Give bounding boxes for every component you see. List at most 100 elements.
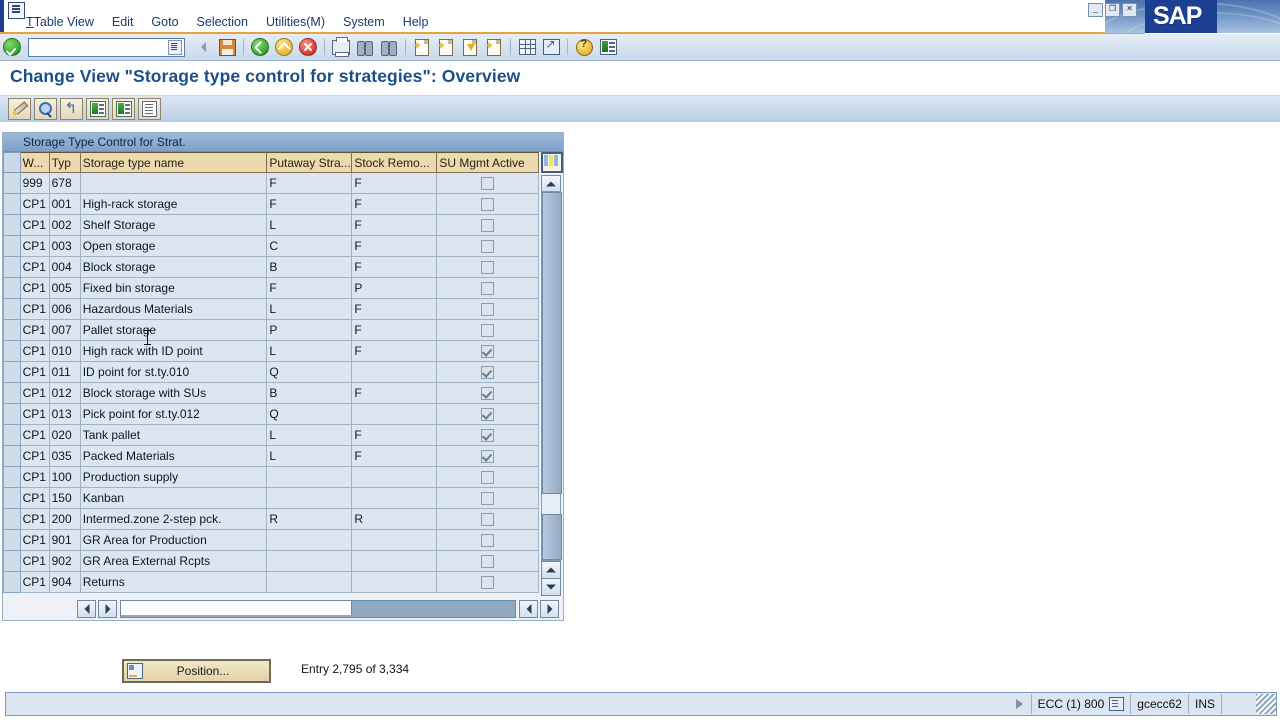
cell-putaway-strategy[interactable] (266, 487, 353, 509)
status-server[interactable]: gcecc62 (1130, 694, 1188, 714)
cancel-red-icon[interactable] (297, 37, 319, 57)
cell-typ[interactable]: 013 (48, 403, 81, 425)
cell-whs[interactable]: CP1 (19, 466, 50, 488)
last-page-icon[interactable]: ✦ (483, 37, 505, 57)
row-select-cell[interactable] (3, 277, 21, 299)
cell-putaway-strategy[interactable]: P (266, 319, 353, 341)
table-horizontal-scrollbar[interactable] (4, 599, 560, 619)
cell-whs[interactable]: CP1 (19, 571, 50, 593)
delete-button[interactable] (112, 98, 135, 120)
su-mgmt-checkbox[interactable] (481, 198, 495, 212)
column-header-su-mgmt[interactable]: SU Mgmt Active (436, 152, 539, 173)
su-mgmt-checkbox[interactable] (481, 261, 495, 275)
close-button[interactable]: ✕ (1122, 3, 1137, 17)
table-row[interactable]: CP1 902 GR Area External Rcpts (3, 550, 539, 572)
cell-whs[interactable]: CP1 (19, 382, 50, 404)
cell-stock-removal[interactable] (351, 466, 438, 488)
customize-layout-icon[interactable] (597, 37, 619, 57)
cell-whs[interactable]: CP1 (19, 529, 50, 551)
cell-whs[interactable]: CP1 (19, 277, 50, 299)
cell-storage-type-name[interactable]: Kanban (79, 487, 268, 509)
cell-typ[interactable]: 011 (48, 361, 81, 383)
vertical-scroll-thumb-lower[interactable] (542, 514, 562, 560)
cell-putaway-strategy[interactable]: L (266, 445, 353, 467)
status-system[interactable]: ECC (1) 800 (1030, 694, 1131, 714)
back-green-icon[interactable] (249, 37, 271, 57)
cell-storage-type-name[interactable]: Returns (79, 571, 268, 593)
cell-typ[interactable]: 005 (48, 277, 81, 299)
column-header-name[interactable]: Storage type name (79, 152, 268, 173)
menu-item-edit[interactable]: Edit (103, 13, 143, 31)
su-mgmt-checkbox[interactable] (481, 387, 495, 401)
cell-whs[interactable]: CP1 (19, 214, 50, 236)
cell-putaway-strategy[interactable]: B (266, 382, 353, 404)
table-row[interactable]: CP1 011 ID point for st.ty.010 Q (3, 361, 539, 383)
table-row[interactable]: CP1 006 Hazardous Materials L F (3, 298, 539, 320)
row-select-cell[interactable] (3, 193, 21, 215)
cell-su-mgmt-active[interactable] (436, 550, 539, 572)
cell-stock-removal[interactable] (351, 403, 438, 425)
enter-check-icon[interactable] (1, 37, 23, 57)
row-select-cell[interactable] (3, 340, 21, 362)
cell-putaway-strategy[interactable] (266, 550, 353, 572)
cell-stock-removal[interactable]: P (351, 277, 438, 299)
cell-storage-type-name[interactable]: Shelf Storage (79, 214, 268, 236)
select-all-column-header[interactable] (3, 152, 21, 173)
scroll-page-up-button[interactable] (541, 561, 561, 579)
su-mgmt-checkbox[interactable] (481, 324, 495, 338)
cell-stock-removal[interactable]: F (351, 298, 438, 320)
cell-typ[interactable]: 007 (48, 319, 81, 341)
cell-storage-type-name[interactable]: Hazardous Materials (79, 298, 268, 320)
back-nav-icon[interactable] (192, 37, 214, 57)
command-field[interactable] (28, 37, 185, 57)
menu-item-utilities[interactable]: Utilities(M) (257, 13, 334, 31)
row-select-cell[interactable] (3, 529, 21, 551)
table-row[interactable]: CP1 001 High-rack storage F F (3, 193, 539, 215)
create-session-icon[interactable] (516, 37, 538, 57)
find-next-icon[interactable] (378, 37, 400, 57)
cell-stock-removal[interactable]: F (351, 193, 438, 215)
cell-typ[interactable]: 678 (48, 172, 81, 194)
cell-storage-type-name[interactable]: Fixed bin storage (79, 277, 268, 299)
table-row[interactable]: CP1 004 Block storage B F (3, 256, 539, 278)
cell-putaway-strategy[interactable]: Q (266, 361, 353, 383)
cell-whs[interactable]: CP1 (19, 298, 50, 320)
row-select-cell[interactable] (3, 508, 21, 530)
table-row[interactable]: 999 678 F F (3, 172, 539, 194)
status-system-icon[interactable] (1109, 697, 1125, 711)
su-mgmt-checkbox[interactable] (481, 408, 495, 422)
cell-su-mgmt-active[interactable] (436, 298, 539, 320)
cell-su-mgmt-active[interactable] (436, 214, 539, 236)
cell-putaway-strategy[interactable]: L (266, 424, 353, 446)
cell-whs[interactable]: CP1 (19, 319, 50, 341)
cell-typ[interactable]: 200 (48, 508, 81, 530)
cell-whs[interactable]: 999 (19, 172, 50, 194)
cell-storage-type-name[interactable]: Packed Materials (79, 445, 268, 467)
cell-storage-type-name[interactable]: ID point for st.ty.010 (79, 361, 268, 383)
cell-su-mgmt-active[interactable] (436, 361, 539, 383)
cell-su-mgmt-active[interactable] (436, 172, 539, 194)
cell-putaway-strategy[interactable]: F (266, 172, 353, 194)
table-row[interactable]: CP1 100 Production supply (3, 466, 539, 488)
cell-stock-removal[interactable] (351, 529, 438, 551)
cell-typ[interactable]: 003 (48, 235, 81, 257)
cell-stock-removal[interactable] (351, 487, 438, 509)
cell-putaway-strategy[interactable] (266, 466, 353, 488)
cell-stock-removal[interactable]: F (351, 214, 438, 236)
cell-putaway-strategy[interactable]: R (266, 508, 353, 530)
cell-whs[interactable]: CP1 (19, 508, 50, 530)
cell-whs[interactable]: CP1 (19, 340, 50, 362)
print-icon[interactable] (330, 36, 352, 57)
cell-su-mgmt-active[interactable] (436, 403, 539, 425)
cell-storage-type-name[interactable]: Intermed.zone 2-step pck. (79, 508, 268, 530)
cell-su-mgmt-active[interactable] (436, 340, 539, 362)
cell-whs[interactable]: CP1 (19, 550, 50, 572)
cell-storage-type-name[interactable]: Pallet storage (79, 319, 268, 341)
su-mgmt-checkbox[interactable] (481, 219, 495, 233)
cell-su-mgmt-active[interactable] (436, 193, 539, 215)
row-select-cell[interactable] (3, 424, 21, 446)
find-icon[interactable] (354, 37, 376, 57)
cell-whs[interactable]: CP1 (19, 361, 50, 383)
row-select-cell[interactable] (3, 256, 21, 278)
row-select-cell[interactable] (3, 466, 21, 488)
